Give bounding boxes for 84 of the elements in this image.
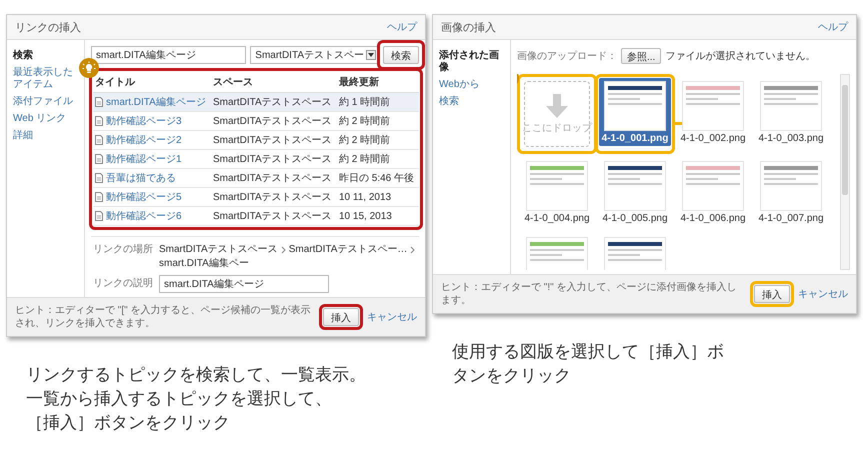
sidebar-item[interactable]: 添付ファイル	[13, 96, 78, 108]
description-field[interactable]: smart.DITA編集ページ	[159, 275, 329, 293]
screenshot-thumbnail	[604, 81, 666, 131]
table-cell: 昨日の 5:46 午後	[337, 168, 419, 188]
page-link[interactable]: 動作確認ページ5	[106, 190, 182, 204]
table-cell: SmartDITAテストスペース	[211, 150, 337, 168]
page-icon	[95, 154, 103, 164]
cancel-link[interactable]: キャンセル	[798, 287, 848, 301]
page-icon	[95, 97, 103, 107]
table-cell: 約 1 時間前	[337, 92, 419, 112]
cancel-link[interactable]: キャンセル	[367, 310, 417, 324]
page-icon	[95, 173, 103, 183]
caret-icon	[366, 50, 376, 60]
page-icon	[95, 116, 103, 126]
sidebar-item[interactable]: 最近表示したアイテム	[13, 67, 78, 91]
table-cell: SmartDITAテストスペース	[211, 168, 337, 188]
image-thumbnail[interactable]: 4-1-0_003.png	[755, 78, 827, 146]
chevron-icon	[280, 246, 286, 254]
caption-text: リンクするトピックを検索して、一覧表示。	[26, 364, 367, 386]
upload-label: 画像のアップロード：	[517, 50, 617, 63]
page-link[interactable]: 動作確認ページ2	[106, 133, 182, 147]
caption-text: 使用する図版を選択して［挿入］ボ	[452, 341, 725, 363]
insert-button[interactable]: 挿入	[754, 285, 790, 303]
table-cell: SmartDITAテストスペース	[211, 112, 337, 130]
breadcrumb-item: smart.DITA編集ペー	[159, 257, 249, 271]
search-button[interactable]: 検索	[383, 46, 419, 64]
file-status: ファイルが選択されていません。	[665, 50, 816, 63]
breadcrumb-item: SmartDITAテストスペース	[159, 243, 278, 257]
chevron-icon	[410, 246, 416, 254]
page-icon	[95, 135, 103, 145]
search-field[interactable]: smart.DITA編集ページ	[91, 46, 246, 64]
down-arrow-icon	[546, 94, 568, 118]
highlight-frame	[319, 304, 363, 330]
dialog-title: リンクの挿入	[15, 20, 81, 34]
breadcrumb-item: SmartDITAテストスペー…	[288, 243, 408, 257]
hint-text: ヒント：エディターで "[" を入力すると、ページ候補の一覧が表示され、リンクを挿入できます。	[15, 304, 312, 330]
table-cell: SmartDITAテストスペース	[211, 130, 337, 150]
table-cell: 10 11, 2013	[337, 188, 419, 206]
table-cell: 約 2 時間前	[337, 130, 419, 150]
sidebar-item[interactable]: 検索	[13, 50, 78, 62]
page-link[interactable]: 動作確認ページ3	[106, 114, 182, 128]
field-label: リンクの場所	[92, 242, 153, 257]
image-thumbnail[interactable]: 4-1-0_002.png	[677, 78, 749, 146]
sidebar-item[interactable]: Webから	[439, 79, 504, 91]
hint-text: ヒント：エディターで "!" を入力して、ページに添付画像を挿入します。	[441, 281, 738, 307]
caption-text: タンをクリック	[452, 364, 572, 387]
field-label: リンクの説明	[92, 276, 153, 291]
screenshot-thumbnail	[682, 81, 744, 131]
screenshot-thumbnail	[526, 161, 588, 211]
scrollbar[interactable]	[840, 74, 850, 270]
insert-button[interactable]: 挿入	[323, 308, 359, 326]
caption-text: ［挿入］ボタンをクリック	[26, 412, 231, 434]
page-icon	[95, 211, 103, 221]
image-thumbnail[interactable]: 4-1-0_001.png	[599, 78, 671, 146]
table-cell: SmartDITAテストスペース	[211, 92, 337, 112]
browse-button[interactable]: 参照...	[621, 48, 662, 64]
screenshot-thumbnail	[760, 81, 822, 131]
sidebar-item[interactable]: 添付された画像	[439, 50, 504, 74]
screenshot-thumbnail	[604, 161, 666, 211]
page-icon	[95, 192, 103, 202]
sidebar-item[interactable]: 詳細	[13, 130, 78, 142]
page-link[interactable]: 動作確認ページ1	[106, 152, 182, 166]
image-thumbnail[interactable]: 4-1-0_006.png	[677, 158, 749, 226]
help-link[interactable]: ヘルプ	[387, 20, 417, 34]
table-cell: 約 2 時間前	[337, 112, 419, 130]
screenshot-thumbnail	[682, 161, 744, 211]
table-cell: 10 15, 2013	[337, 206, 419, 226]
screenshot-thumbnail	[760, 161, 822, 211]
sidebar-item[interactable]: Web リンク	[13, 113, 78, 125]
page-link[interactable]: 吾輩は猫である	[106, 171, 176, 185]
dialog-title: 画像の挿入	[441, 20, 496, 34]
table-cell: 約 2 時間前	[337, 150, 419, 168]
table-cell: SmartDITAテストスペース	[211, 206, 337, 226]
highlight-frame	[750, 281, 794, 307]
caption-text: 一覧から挿入するトピックを選択して、	[26, 388, 333, 410]
lightbulb-icon	[79, 58, 99, 78]
help-link[interactable]: ヘルプ	[818, 20, 848, 34]
page-link[interactable]: 動作確認ページ6	[106, 209, 182, 223]
table-cell: SmartDITAテストスペース	[211, 188, 337, 206]
image-thumbnail[interactable]: 4-1-0_007.png	[755, 158, 827, 226]
image-thumbnail[interactable]: 4-1-0_005.png	[599, 158, 671, 226]
space-dropdown[interactable]: SmartDITAテストスペー	[250, 46, 379, 64]
sidebar-item[interactable]: 検索	[439, 96, 504, 108]
image-thumbnail[interactable]: 4-1-0_004.png	[521, 158, 593, 226]
